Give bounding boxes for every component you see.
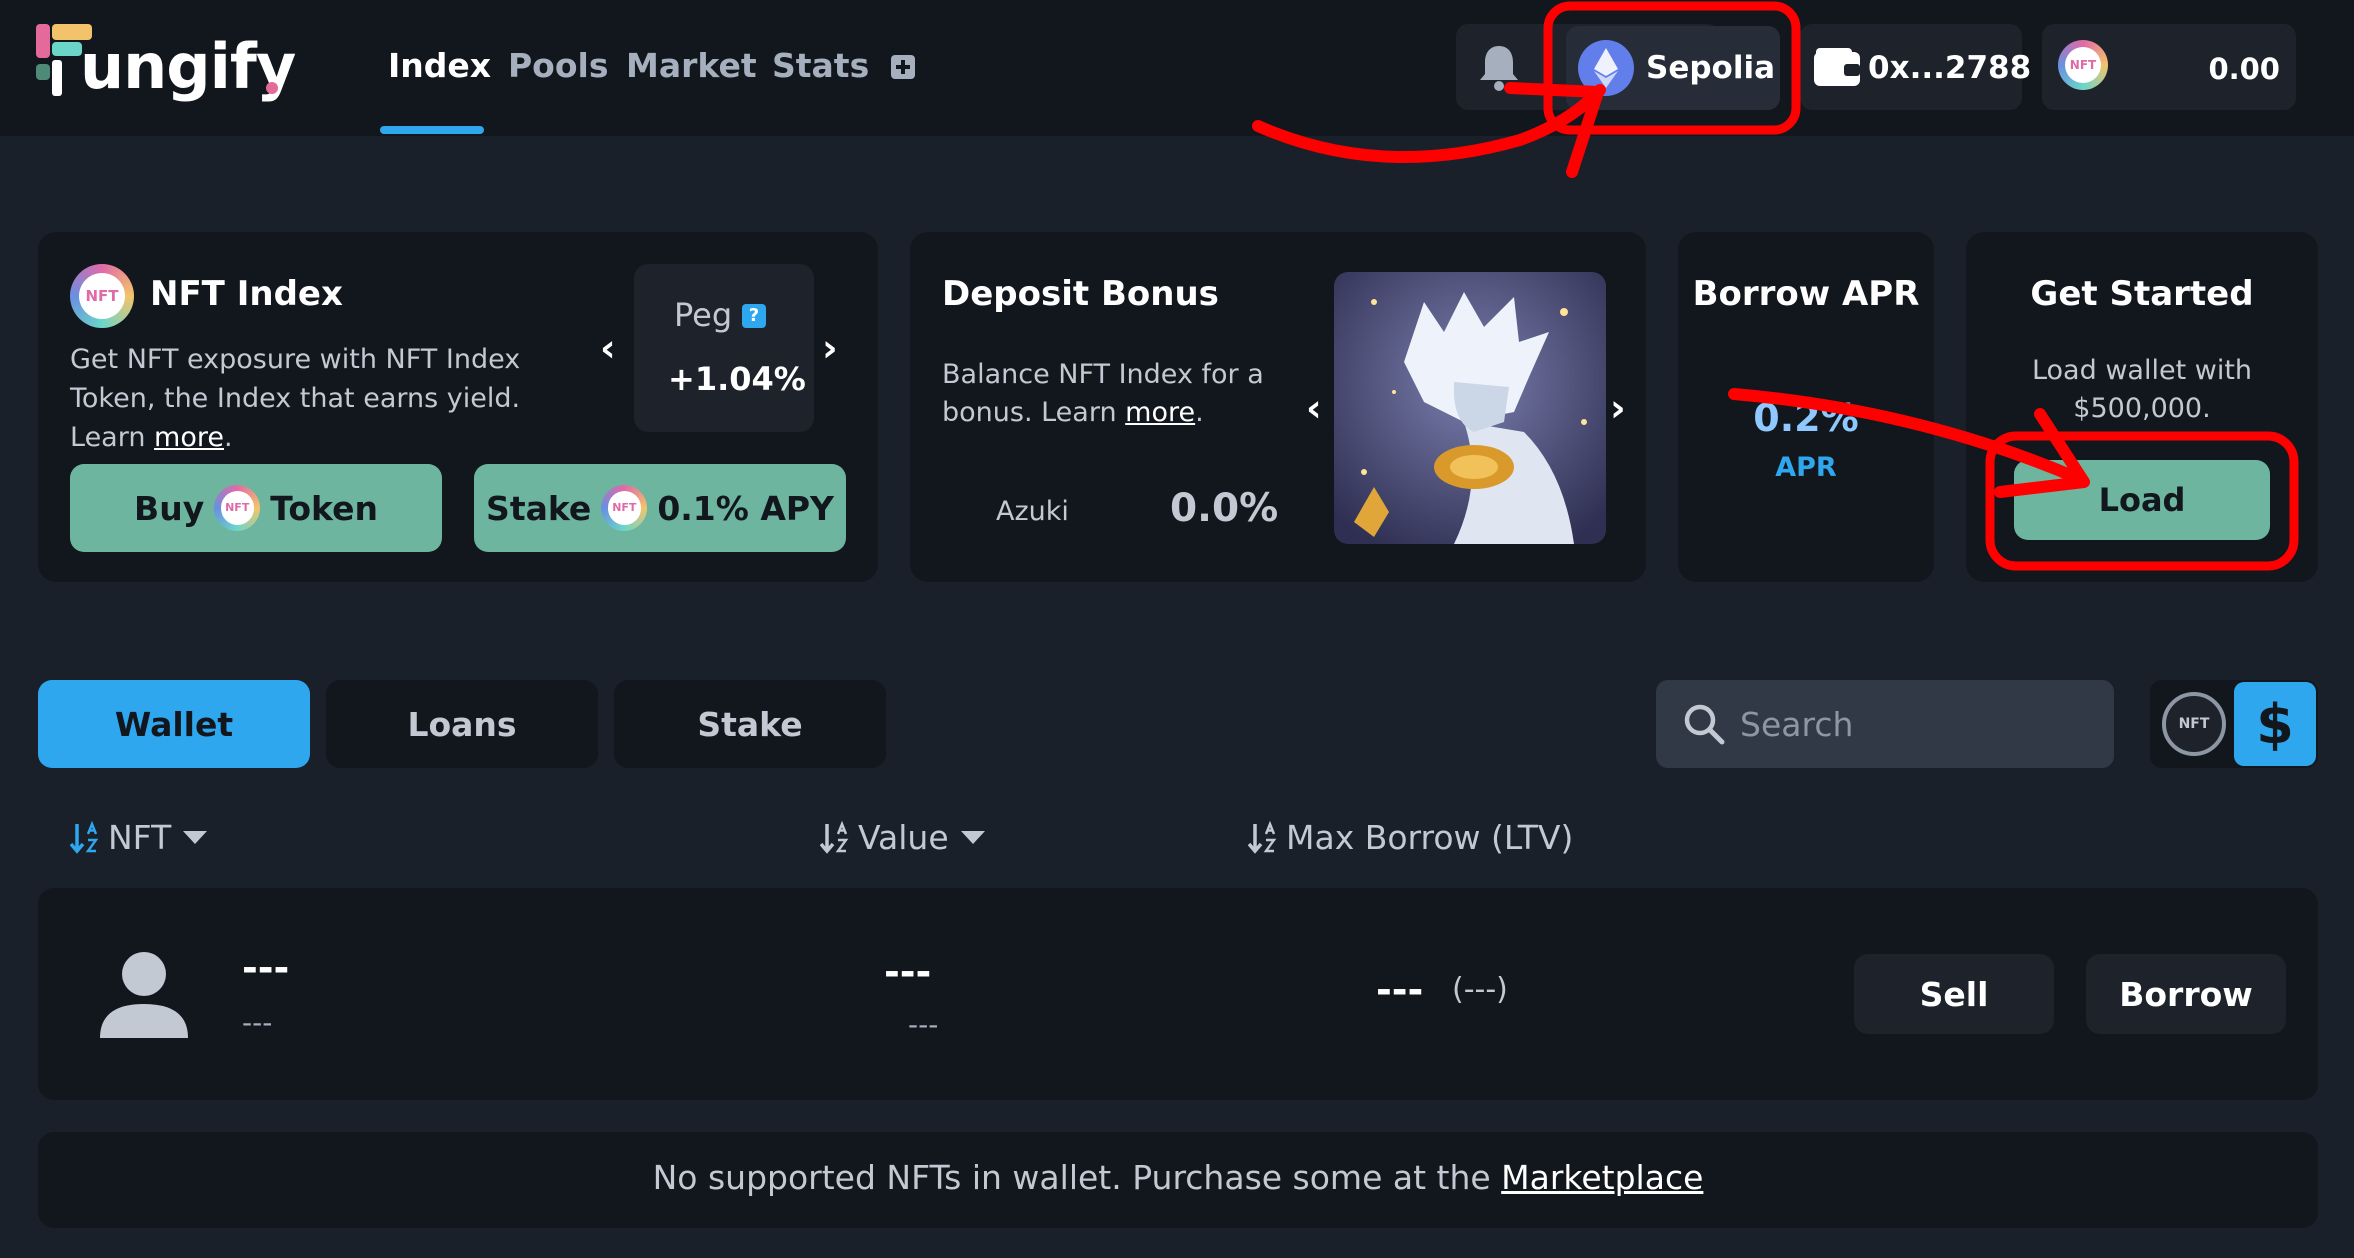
deposit-bonus-description: Balance NFT Index for a bonus. Learn mor… xyxy=(942,356,1322,432)
nft-index-description-text: Get NFT exposure with NFT Index Token, t… xyxy=(70,344,521,453)
chevron-left-icon[interactable]: ‹ xyxy=(1306,386,1322,430)
nft-name: --- xyxy=(242,946,290,990)
bonus-percentage: 0.0% xyxy=(1170,486,1279,531)
nft-collection: --- xyxy=(242,1006,273,1039)
logo-dot xyxy=(266,82,278,94)
collection-artwork-image xyxy=(1334,272,1606,544)
stake-button[interactable]: Stake NFT 0.1% APY xyxy=(474,464,846,552)
usd-currency-toggle[interactable]: $ xyxy=(2234,682,2316,766)
caret-down-icon xyxy=(960,831,985,844)
column-header-nft[interactable]: NFT xyxy=(70,818,208,857)
stake-apy-label: 0.1% APY xyxy=(657,488,834,528)
peg-value: +1.04% xyxy=(668,360,806,398)
nav-pools[interactable]: Pools xyxy=(508,46,608,85)
load-wallet-button[interactable]: Load xyxy=(2014,460,2270,540)
collection-name: Azuki xyxy=(996,496,1069,527)
sort-icon xyxy=(70,820,99,854)
marketplace-link[interactable]: Marketplace xyxy=(1501,1158,1703,1197)
deposit-bonus-description-text: Balance NFT Index for a bonus. Learn xyxy=(942,359,1264,428)
nft-index-title: NFT Index xyxy=(150,274,343,314)
token-label: Token xyxy=(270,488,378,528)
description-period: . xyxy=(224,422,233,453)
avatar-placeholder-icon xyxy=(100,952,188,1038)
learn-more-link[interactable]: more xyxy=(1125,397,1195,428)
max-borrow-value: --- xyxy=(1376,968,1424,1012)
empty-state-message: No supported NFTs in wallet. Purchase so… xyxy=(38,1158,2318,1197)
learn-more-link[interactable]: more xyxy=(154,422,224,453)
help-icon[interactable]: ? xyxy=(742,304,766,328)
buy-token-button[interactable]: Buy NFT Token xyxy=(70,464,442,552)
empty-state-text: No supported NFTs in wallet. Purchase so… xyxy=(652,1158,1502,1197)
column-label-max-borrow: Max Borrow (LTV) xyxy=(1286,818,1574,857)
nft-token-icon: NFT xyxy=(2058,40,2108,90)
logo-text: ungify xyxy=(80,30,296,103)
borrow-apr-value: 0.2% xyxy=(1753,396,1859,440)
column-header-value[interactable]: Value xyxy=(820,818,985,857)
chevron-left-icon[interactable]: ‹ xyxy=(600,326,616,370)
wallet-icon xyxy=(1814,48,1860,86)
nft-token-icon-label: NFT xyxy=(220,491,254,525)
nft-value: --- xyxy=(884,950,932,994)
active-tab-indicator xyxy=(380,126,484,134)
nft-currency-toggle[interactable]: NFT xyxy=(2162,692,2226,756)
nft-token-icon-label: NFT xyxy=(2065,47,2101,83)
tab-stake[interactable]: Stake xyxy=(614,680,886,768)
nav-index[interactable]: Index xyxy=(388,46,491,85)
nft-token-icon-label: NFT xyxy=(607,491,641,525)
peg-panel xyxy=(634,264,814,432)
tab-loans[interactable]: Loans xyxy=(326,680,598,768)
tab-wallet[interactable]: Wallet xyxy=(38,680,310,768)
network-label: Sepolia xyxy=(1646,50,1776,86)
nav-market[interactable]: Market xyxy=(626,46,757,85)
deposit-bonus-title: Deposit Bonus xyxy=(942,274,1219,314)
caret-down-icon xyxy=(183,831,208,844)
nft-value-sub: --- xyxy=(908,1008,939,1041)
search-input[interactable] xyxy=(1740,694,2100,754)
nft-index-icon: NFT xyxy=(70,264,134,328)
chevron-right-icon[interactable]: › xyxy=(1610,386,1626,430)
nft-index-icon-label: NFT xyxy=(78,272,126,320)
borrow-apr-title: Borrow APR xyxy=(1692,274,1920,314)
nav-stats[interactable]: Stats xyxy=(772,46,869,85)
column-label-value: Value xyxy=(858,818,949,857)
nft-token-icon: NFT xyxy=(601,485,648,531)
bell-icon[interactable] xyxy=(1472,40,1526,94)
sort-icon xyxy=(820,820,849,854)
balance-value: 0.00 xyxy=(2208,52,2280,86)
get-started-description: Load wallet with $500,000. xyxy=(2031,355,2253,424)
borrow-apr-label: APR xyxy=(1775,452,1837,483)
peg-label: Peg xyxy=(674,296,733,334)
ethereum-icon xyxy=(1578,40,1634,96)
nft-index-description: Get NFT exposure with NFT Index Token, t… xyxy=(70,340,590,457)
get-started-title: Get Started xyxy=(2030,274,2254,314)
ltv-value: (---) xyxy=(1452,972,1508,1007)
plus-square-icon[interactable] xyxy=(891,55,915,79)
column-label-nft: NFT xyxy=(108,818,172,857)
chevron-right-icon[interactable]: › xyxy=(822,326,838,370)
wallet-address: 0x...2788 xyxy=(1868,50,2032,86)
nft-token-icon: NFT xyxy=(214,485,261,531)
search-icon xyxy=(1684,704,1725,745)
description-period: . xyxy=(1195,397,1204,428)
sell-button[interactable]: Sell xyxy=(1854,954,2054,1034)
sort-icon xyxy=(1248,820,1277,854)
stake-label: Stake xyxy=(486,488,592,528)
buy-label: Buy xyxy=(134,488,205,528)
borrow-button[interactable]: Borrow xyxy=(2086,954,2286,1034)
fungify-logo[interactable]: ungify xyxy=(36,24,296,114)
column-header-max-borrow[interactable]: Max Borrow (LTV) xyxy=(1248,818,1573,857)
